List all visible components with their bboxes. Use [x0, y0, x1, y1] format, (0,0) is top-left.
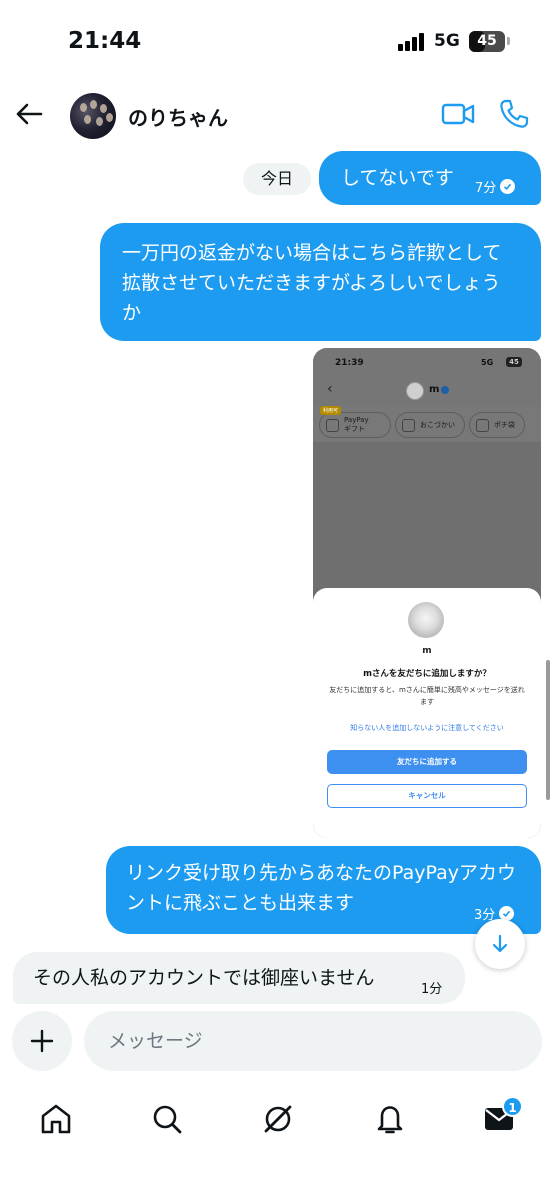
image-sheet-description: 友だちに追加すると、mさんに簡単に残高やメッセージを送れます: [329, 686, 525, 706]
image-back-icon: ‹: [327, 381, 333, 397]
message-text: 一万円の返金がない場合はこちら詐欺として拡散させていただきますがよろしいでしょう…: [122, 242, 502, 324]
scroll-to-bottom-button[interactable]: [475, 919, 525, 969]
image-status-bar: 21:39 5G 45: [313, 348, 541, 376]
scrollbar[interactable]: [546, 660, 550, 800]
search-icon: [153, 1105, 182, 1134]
image-chip-label: ポチ袋: [494, 421, 515, 429]
image-status-time: 21:39: [335, 358, 364, 368]
image-sheet-question: mさんを友だちに追加しますか？: [363, 669, 491, 679]
status-bar: 21:44 5G 45: [0, 0, 554, 84]
image-network-label: 5G: [481, 358, 494, 367]
messages-badge: 1: [502, 1096, 523, 1117]
tab-grok[interactable]: [250, 1094, 306, 1144]
image-chip-label: おこづかい: [420, 421, 455, 429]
message-time: 7分: [475, 181, 497, 196]
back-button[interactable]: [10, 95, 48, 133]
battery-nub: [507, 37, 510, 45]
gift-icon: [326, 419, 339, 432]
message-bubble-sent[interactable]: してないです 7分: [319, 151, 541, 205]
contact-name[interactable]: のりちゃん: [128, 102, 228, 131]
image-add-friend-button: 友だちに追加する: [327, 750, 527, 774]
message-text: リンク受け取り先からあなたのPayPayアカウントに飛ぶことも出来ます: [126, 862, 516, 914]
date-separator: 今日: [243, 163, 311, 195]
message-text: その人私のアカウントでは御座いません: [33, 967, 375, 989]
home-icon: [41, 1104, 71, 1134]
verified-icon: [441, 386, 449, 394]
image-chip-allowance: おこづかい: [395, 412, 465, 438]
tab-search[interactable]: [139, 1094, 195, 1144]
attach-button[interactable]: [12, 1011, 72, 1071]
envelope-icon: [476, 419, 489, 432]
tab-messages[interactable]: 1: [471, 1094, 527, 1144]
image-cancel-button: キャンセル: [327, 784, 527, 808]
arrow-left-icon: [16, 103, 43, 125]
wallet-icon: [402, 419, 415, 432]
image-chip-envelope: ポチ袋: [469, 412, 525, 438]
bottom-tab-bar: 1: [0, 1080, 554, 1200]
image-chip-label: PayPay ギフト: [344, 416, 369, 433]
voice-call-button[interactable]: [498, 98, 530, 130]
tab-notifications[interactable]: [362, 1094, 418, 1144]
image-add-friend-sheet: m mさんを友だちに追加しますか？ 友だちに追加すると、mさんに簡単に残高やメッ…: [313, 588, 541, 838]
image-sheet-warning: 知らない人を追加しないように注意してください: [350, 724, 504, 732]
message-time: 1分: [421, 982, 443, 997]
conversation-header: のりちゃん: [0, 84, 554, 146]
image-chip-gift: PayPay ギフト: [319, 412, 391, 438]
message-image[interactable]: 21:39 5G 45 ‹ m PayPay ギフト 利用可 おこづかい ポチ袋…: [313, 348, 541, 838]
image-sheet-name: m: [422, 646, 432, 656]
message-bubble-received[interactable]: その人私のアカウントでは御座いません 1分: [13, 952, 465, 1004]
message-bubble-sent[interactable]: 一万円の返金がない場合はこちら詐欺として拡散させていただきますがよろしいでしょう…: [100, 223, 541, 341]
image-chip-row: PayPay ギフト 利用可 おこづかい ポチ袋: [313, 406, 541, 442]
video-camera-icon: [441, 103, 475, 125]
read-check-icon: [500, 179, 516, 194]
video-call-button[interactable]: [440, 98, 476, 130]
image-chip-badge: 利用可: [320, 406, 342, 415]
image-avatar: [406, 382, 424, 400]
status-time: 21:44: [68, 28, 142, 54]
plus-icon: [30, 1029, 54, 1053]
message-composer: [0, 1008, 554, 1078]
battery-icon: 45: [469, 31, 505, 52]
image-contact-name: m: [429, 384, 440, 395]
network-label: 5G: [434, 31, 460, 51]
tab-home[interactable]: [28, 1094, 84, 1144]
image-sheet-avatar: [408, 602, 444, 638]
image-battery-icon: 45: [506, 357, 522, 367]
grok-icon: [264, 1105, 292, 1133]
battery-percent: 45: [477, 33, 497, 49]
contact-avatar[interactable]: [70, 93, 116, 139]
phone-icon: [500, 99, 529, 128]
bell-icon: [377, 1106, 403, 1134]
message-input[interactable]: [84, 1011, 542, 1071]
image-header: ‹ m: [313, 376, 541, 406]
signal-icon: [398, 33, 428, 51]
arrow-down-icon: [492, 934, 508, 953]
message-bubble-sent[interactable]: リンク受け取り先からあなたのPayPayアカウントに飛ぶことも出来ます 3分: [106, 846, 541, 934]
